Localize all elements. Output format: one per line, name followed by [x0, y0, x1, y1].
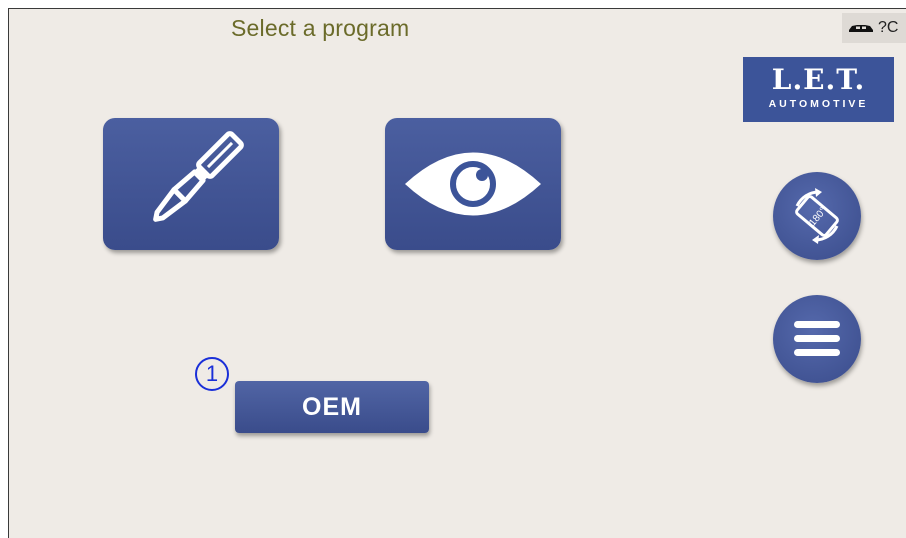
- logo-sub-text: AUTOMOTIVE: [768, 98, 869, 110]
- logo-main-text: L.E.T.: [771, 63, 866, 96]
- app-screen: Select a program ?C L.E.T. AUTOMOTIVE 18…: [8, 8, 906, 538]
- brand-logo: L.E.T. AUTOMOTIVE: [743, 57, 894, 122]
- hamburger-menu-icon: [794, 321, 840, 356]
- car-icon: [849, 25, 873, 32]
- status-area: ?C: [842, 13, 906, 43]
- eye-icon: [405, 152, 541, 216]
- status-text: ?C: [878, 19, 899, 36]
- menu-button[interactable]: [773, 295, 861, 383]
- rotate-screen-icon: 180°: [795, 188, 839, 244]
- screwdriver-icon: [153, 131, 244, 222]
- step-badge: 1: [195, 357, 229, 391]
- view-program-button[interactable]: [385, 118, 561, 250]
- oem-button[interactable]: OEM: [235, 381, 429, 433]
- rotate-screen-button[interactable]: 180°: [773, 172, 861, 260]
- page-title: Select a program: [231, 15, 410, 41]
- tools-program-button[interactable]: [103, 118, 279, 250]
